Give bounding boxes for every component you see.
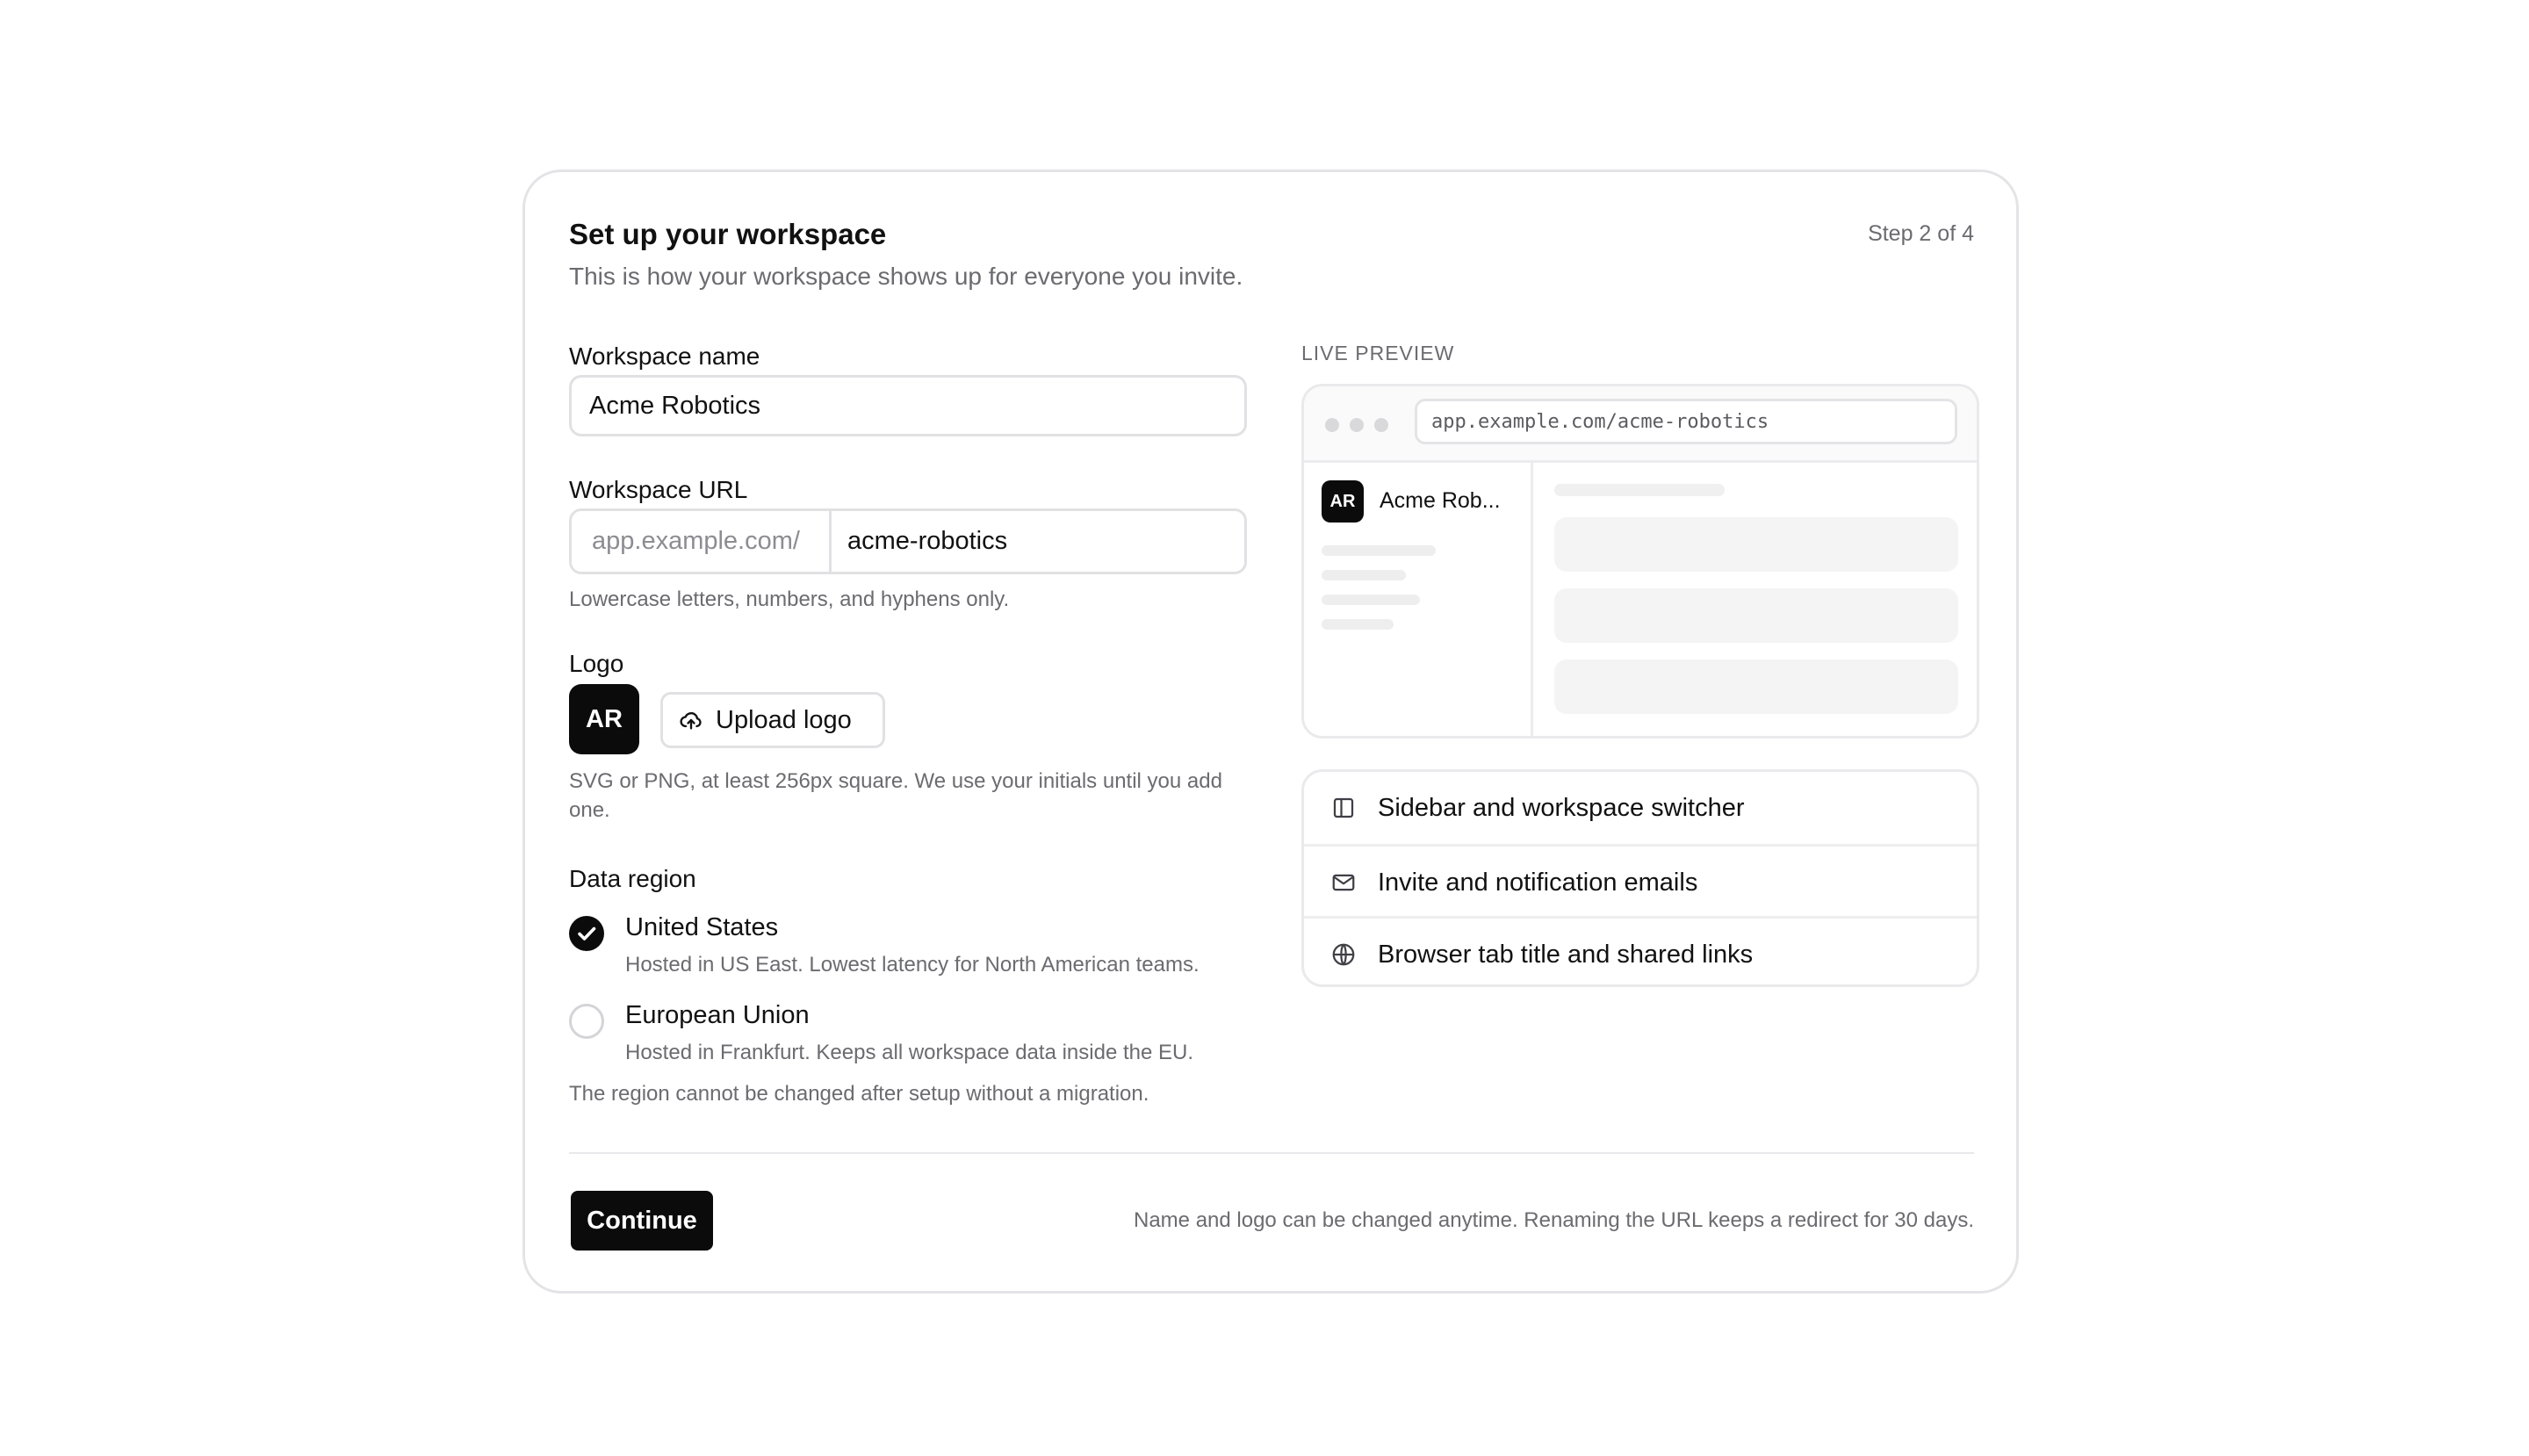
skeleton-heading — [1554, 484, 1725, 496]
workspace-setup-card: Set up your workspace This is how your w… — [522, 169, 2019, 1294]
preview-address-bar: app.example.com/acme-robotics — [1415, 399, 1957, 444]
continue-button[interactable]: Continue — [571, 1191, 713, 1251]
url-help-text: Lowercase letters, numbers, and hyphens … — [569, 587, 1010, 611]
list-item: Sidebar and workspace switcher — [1304, 772, 1977, 844]
list-item-label: Invite and notification emails — [1378, 868, 1698, 897]
skeleton-block — [1554, 660, 1958, 714]
list-item: Browser tab title and shared links — [1304, 916, 1977, 984]
data-region-label: Data region — [569, 865, 696, 892]
upload-logo-label: Upload logo — [716, 705, 852, 734]
page-title: Set up your workspace — [569, 218, 887, 250]
preview-browser-bar: app.example.com/acme-robotics — [1304, 386, 1977, 463]
url-prefix: app.example.com/ — [572, 511, 832, 572]
logo-initials-tile: AR — [569, 684, 639, 754]
affected-areas-list: Sidebar and workspace switcher Invite an… — [1301, 769, 1979, 987]
page-subtitle: This is how your workspace shows up for … — [569, 263, 1243, 290]
upload-logo-button[interactable]: Upload logo — [660, 692, 885, 748]
logo-help-text: SVG or PNG, at least 256px square. We us… — [569, 769, 1222, 822]
workspace-url-field: app.example.com/ acme-robotics — [569, 508, 1247, 574]
globe-icon — [1332, 943, 1355, 966]
skeleton-line — [1322, 545, 1436, 556]
skeleton-line — [1322, 619, 1394, 630]
workspace-name-input[interactable]: Acme Robotics — [569, 375, 1247, 436]
check-icon — [578, 926, 596, 941]
list-item: Invite and notification emails — [1304, 844, 1977, 919]
skeleton-line — [1322, 570, 1406, 580]
window-dot — [1325, 418, 1339, 432]
workspace-name-value: Acme Robotics — [589, 391, 761, 420]
live-preview: app.example.com/acme-robotics AR Acme Ro… — [1301, 384, 1979, 739]
workspace-url-label: Workspace URL — [569, 476, 748, 503]
skeleton-block — [1554, 588, 1958, 643]
skeleton-line — [1322, 595, 1420, 605]
window-dot — [1374, 418, 1388, 432]
region-note: The region cannot be changed after setup… — [569, 1082, 1149, 1106]
region-description: Hosted in US East. Lowest latency for No… — [625, 953, 1200, 977]
preview-content — [1533, 463, 1977, 736]
workspace-url-input[interactable]: acme-robotics — [832, 511, 1244, 572]
skeleton-block — [1554, 517, 1958, 572]
logo-label: Logo — [569, 650, 624, 677]
step-indicator: Step 2 of 4 — [1868, 221, 1974, 246]
preview-workspace-name: Acme Rob... — [1380, 488, 1501, 513]
radio-checked[interactable] — [569, 916, 604, 951]
workspace-name-label: Workspace name — [569, 342, 760, 370]
preview-avatar: AR — [1322, 480, 1364, 523]
region-title: European Union — [625, 1001, 810, 1029]
footer-note: Name and logo can be changed anytime. Re… — [1134, 1208, 1974, 1232]
window-dot — [1350, 418, 1364, 432]
cloud-upload-icon — [680, 712, 702, 730]
region-title: United States — [625, 913, 779, 941]
preview-sidebar: AR Acme Rob... — [1304, 463, 1533, 736]
region-description: Hosted in Frankfurt. Keeps all workspace… — [625, 1041, 1193, 1064]
list-item-label: Browser tab title and shared links — [1378, 940, 1754, 969]
sidebar-icon — [1333, 797, 1354, 818]
live-preview-label: LIVE PREVIEW — [1301, 342, 1455, 364]
list-item-label: Sidebar and workspace switcher — [1378, 793, 1745, 822]
radio-unchecked[interactable] — [569, 1004, 604, 1039]
footer-divider — [569, 1152, 1974, 1154]
mail-icon — [1332, 874, 1355, 891]
